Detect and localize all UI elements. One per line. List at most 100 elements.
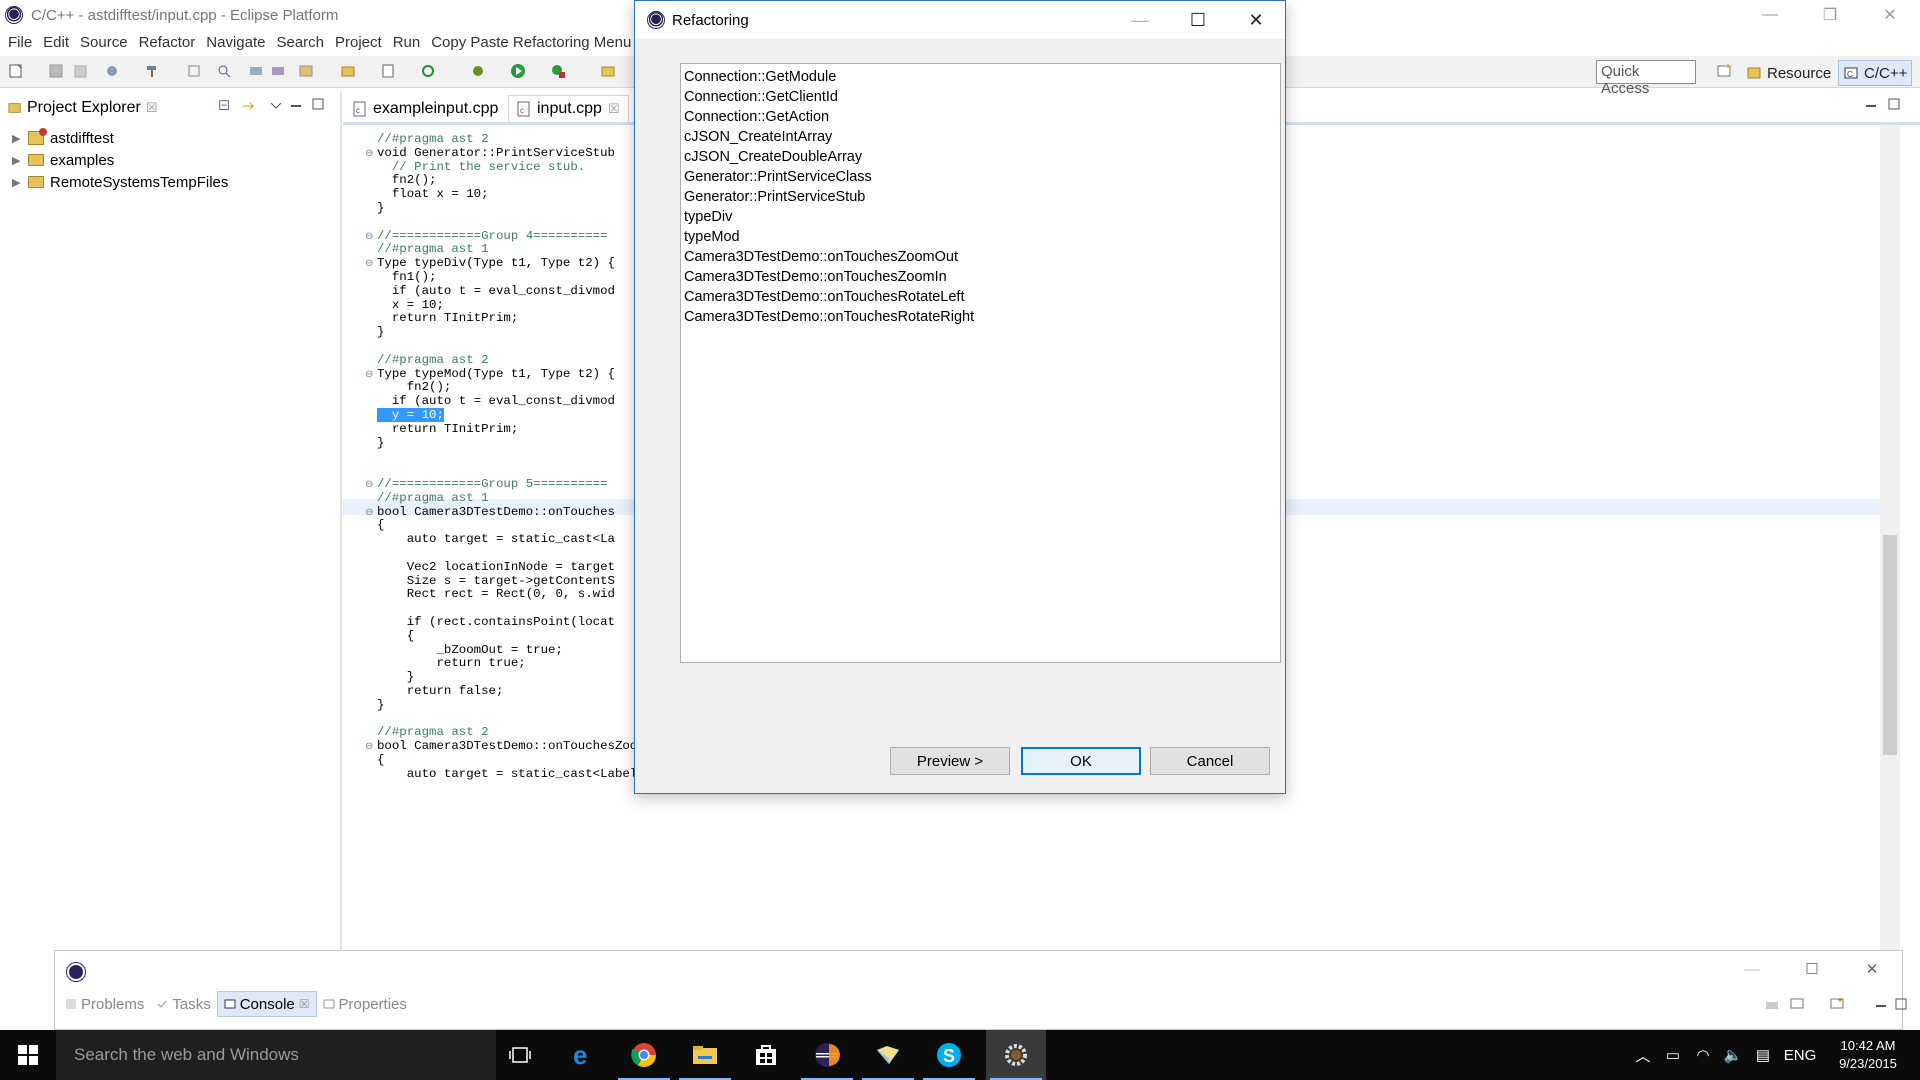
code-line[interactable]: return TInitPrim; [377, 421, 518, 438]
tab-input[interactable]: c input.cpp ☒ [508, 95, 629, 122]
list-item[interactable]: Connection::GetClientId [684, 87, 1277, 107]
view-menu-icon[interactable] [270, 101, 282, 111]
code-line[interactable]: return false; [377, 683, 504, 700]
menu-source[interactable]: Source [80, 34, 128, 51]
quick-access-input[interactable]: Quick Access [1596, 60, 1696, 97]
start-button[interactable] [0, 1030, 56, 1080]
maximize-button[interactable]: ☐ [1169, 1, 1227, 39]
new-icon[interactable] [8, 63, 24, 79]
refresh-icon[interactable] [420, 63, 436, 79]
menu-navigate[interactable]: Navigate [206, 34, 265, 51]
external-tools-icon[interactable] [550, 63, 566, 79]
cancel-button[interactable]: Cancel [1150, 747, 1270, 775]
code-line[interactable]: } [377, 435, 384, 452]
minimize-button[interactable]: — [1722, 951, 1782, 987]
taskbar-gear-app[interactable] [986, 1030, 1046, 1080]
close-button[interactable]: ✕ [1860, 0, 1920, 30]
toggle2-icon[interactable] [270, 63, 286, 79]
chevron-right-icon[interactable]: ▶ [12, 176, 22, 189]
open-console-icon[interactable] [1830, 998, 1844, 1010]
open-file-icon[interactable] [600, 63, 616, 79]
clock[interactable]: 10:42 AM 9/23/2015 [1828, 1037, 1908, 1073]
run-icon[interactable] [510, 63, 526, 79]
save-icon[interactable] [48, 63, 64, 79]
list-item[interactable]: Camera3DTestDemo::onTouchesRotateRight [684, 307, 1277, 327]
open-perspective-icon[interactable] [1716, 63, 1732, 79]
perspective-resource[interactable]: Resource [1742, 60, 1835, 86]
tab-tasks[interactable]: Tasks [150, 996, 216, 1013]
chevron-right-icon[interactable]: ▶ [12, 154, 22, 167]
perspective-cpp[interactable]: C C/C++ [1838, 60, 1913, 86]
taskbar-eclipse[interactable] [797, 1030, 857, 1080]
list-item[interactable]: cJSON_CreateIntArray [684, 127, 1277, 147]
menu-search[interactable]: Search [276, 34, 324, 51]
fold-icon[interactable]: ⊖ [365, 258, 373, 269]
search-tool-icon[interactable] [216, 63, 232, 79]
dialog-titlebar[interactable]: Refactoring — ☐ ✕ [635, 1, 1285, 39]
link-editor-icon[interactable] [240, 99, 256, 113]
tab-problems[interactable]: Problems [59, 996, 150, 1013]
build-icon[interactable] [104, 63, 120, 79]
fold-icon[interactable]: ⊖ [365, 507, 373, 518]
tab-close-icon[interactable]: ☒ [146, 100, 158, 116]
menu-copy-paste-refactoring[interactable]: Copy Paste Refactoring Menu [431, 34, 631, 51]
code-line[interactable]: bool Camera3DTestDemo::onTouches [377, 504, 615, 521]
code-line[interactable]: Rect rect = Rect(0, 0, s.wid [377, 586, 615, 603]
taskbar-store[interactable] [736, 1030, 796, 1080]
maximize-view-icon[interactable] [1895, 998, 1907, 1010]
menu-edit[interactable]: Edit [43, 34, 69, 51]
show-hidden-icons-icon[interactable]: ︿ [1628, 1045, 1658, 1066]
wifi-icon[interactable]: ◠ [1688, 1046, 1718, 1064]
tab-properties[interactable]: Properties [317, 996, 413, 1013]
list-item[interactable]: Connection::GetAction [684, 107, 1277, 127]
pin-console-icon[interactable] [1765, 999, 1779, 1011]
minimize-editor-icon[interactable] [1865, 101, 1877, 111]
minimize-button[interactable]: — [1740, 0, 1800, 30]
new-class-icon[interactable] [380, 63, 396, 79]
taskbar-file-explorer[interactable] [675, 1030, 735, 1080]
list-item[interactable]: Connection::GetModule [684, 67, 1277, 87]
list-item[interactable]: Generator::PrintServiceClass [684, 167, 1277, 187]
menu-run[interactable]: Run [393, 34, 421, 51]
minimize-view-icon[interactable] [1875, 1001, 1887, 1011]
battery-icon[interactable]: ▭ [1658, 1046, 1688, 1064]
code-line[interactable]: float x = 10; [377, 186, 489, 203]
target-icon[interactable] [186, 63, 202, 79]
collapse-all-icon[interactable] [218, 99, 232, 113]
tab-exampleinput[interactable]: c exampleinput.cpp [345, 95, 506, 122]
list-item[interactable]: Camera3DTestDemo::onTouchesRotateLeft [684, 287, 1277, 307]
code-line[interactable]: } [377, 697, 384, 714]
menu-refactor[interactable]: Refactor [139, 34, 196, 51]
ok-button[interactable]: OK [1021, 747, 1141, 775]
close-button[interactable]: ✕ [1227, 1, 1285, 39]
function-list[interactable]: Connection::GetModule Connection::GetCli… [680, 63, 1281, 663]
tree-item-remotesystems[interactable]: ▶ RemoteSystemsTempFiles [12, 171, 228, 193]
list-item[interactable]: Camera3DTestDemo::onTouchesZoomOut [684, 247, 1277, 267]
tab-console[interactable]: Console ☒ [216, 991, 317, 1017]
debug-icon[interactable] [470, 63, 486, 79]
maximize-editor-icon[interactable] [1888, 98, 1900, 110]
taskbar-explorer2[interactable] [858, 1030, 918, 1080]
save-all-icon[interactable] [72, 63, 88, 79]
fold-icon[interactable]: ⊖ [365, 369, 373, 380]
preview-button[interactable]: Preview > [890, 747, 1010, 775]
restore-button[interactable]: ❐ [1800, 0, 1860, 30]
fold-icon[interactable]: ⊖ [365, 741, 373, 752]
language-indicator[interactable]: ENG [1778, 1047, 1822, 1064]
code-line[interactable]: return TInitPrim; [377, 310, 518, 327]
volume-icon[interactable]: 🔈 [1718, 1046, 1748, 1064]
maximize-button[interactable]: ☐ [1782, 951, 1842, 987]
open-folder-icon[interactable] [340, 63, 356, 79]
tree-item-astdifftest[interactable]: ▶ astdifftest [12, 127, 114, 149]
list-item[interactable]: typeMod [684, 227, 1277, 247]
pane-divider[interactable] [340, 92, 342, 952]
fold-icon[interactable]: ⊖ [365, 231, 373, 242]
fold-icon[interactable]: ⊖ [365, 479, 373, 490]
minimize-view-icon[interactable] [290, 101, 302, 111]
menu-project[interactable]: Project [335, 34, 382, 51]
toggle-icon[interactable] [248, 63, 264, 79]
maximize-view-icon[interactable] [312, 98, 324, 110]
display-console-icon[interactable] [1790, 998, 1804, 1010]
minimize-button[interactable]: — [1111, 1, 1169, 39]
editor-scrollbar[interactable] [1880, 125, 1900, 950]
